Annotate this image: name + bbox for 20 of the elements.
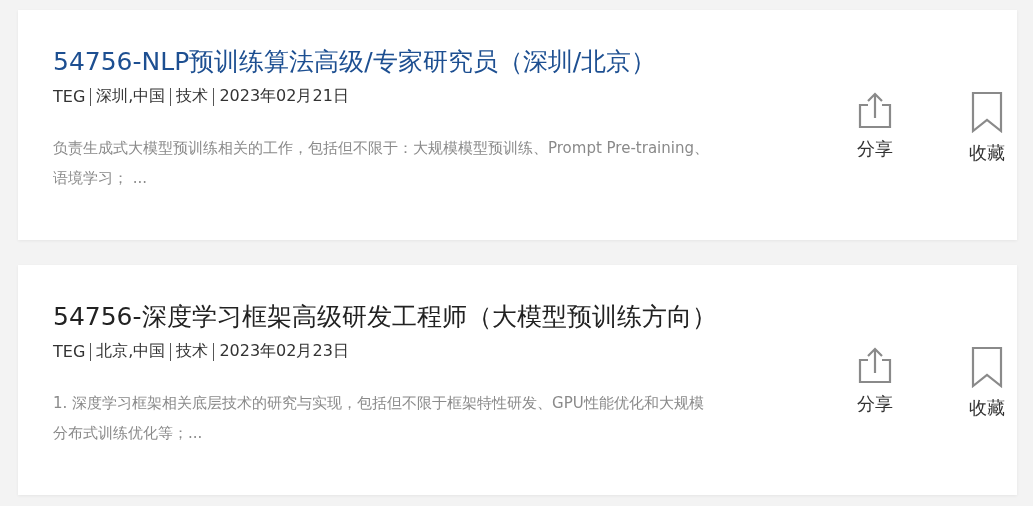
job-title-link[interactable]: 54756-深度学习框架高级研发工程师（大模型预训练方向）: [53, 299, 717, 335]
job-description: 负责生成式大模型预训练相关的工作，包括但不限于：大规模模型预训练、Prompt Pre-training、语境学习； ...: [53, 138, 710, 189]
job-meta-text: 技术: [176, 86, 209, 107]
favorite-button[interactable]: 收藏: [957, 346, 1017, 420]
job-meta-text: TEG: [53, 342, 86, 361]
job-meta-text: TEG: [53, 87, 86, 106]
share-button[interactable]: 分享: [845, 346, 905, 420]
job-meta-text: 2023年02月23日: [219, 341, 349, 362]
favorite-button[interactable]: 收藏: [957, 91, 1017, 165]
share-icon: [856, 346, 894, 384]
share-icon: [856, 91, 894, 129]
job-meta-text: 北京,中国: [96, 341, 166, 362]
share-button[interactable]: 分享: [845, 91, 905, 165]
job-description: 1. 深度学习框架相关底层技术的研究与实现，包括但不限于框架特性研发、GPU性能优化和大规模分布式训练优化等；...: [53, 393, 705, 444]
job-title-link[interactable]: 54756-NLP预训练算法高级/专家研究员（深圳/北京）: [53, 44, 657, 80]
bookmark-icon: [971, 346, 1003, 388]
job-meta-text: 技术: [176, 341, 209, 362]
bookmark-icon: [971, 91, 1003, 133]
job-meta-text: 2023年02月21日: [219, 86, 349, 107]
job-meta-text: 深圳,中国: [96, 86, 166, 107]
